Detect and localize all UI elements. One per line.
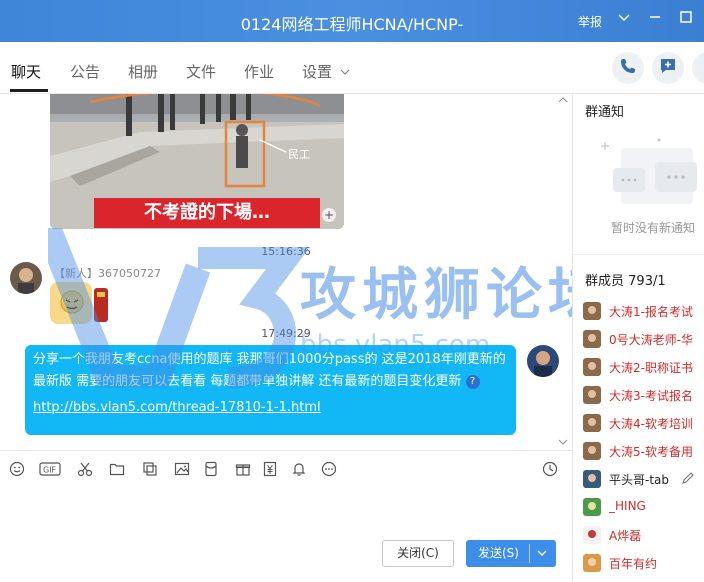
avatar [583, 358, 601, 376]
edit-pencil-icon[interactable] [681, 471, 695, 489]
red-packet-icon[interactable] [202, 461, 220, 479]
send-divider [529, 544, 530, 563]
member-name: 大涛2-职称证书 [609, 361, 693, 375]
member-item[interactable]: 百年有约 [583, 553, 704, 573]
avatar [583, 498, 601, 516]
folder-icon[interactable] [108, 461, 126, 479]
watermark-logo [35, 223, 310, 391]
avatar[interactable] [527, 345, 559, 377]
divider [573, 254, 704, 255]
chevron-down-icon[interactable] [557, 436, 571, 450]
avatar[interactable] [10, 262, 42, 294]
message-input[interactable] [0, 488, 572, 534]
member-item[interactable]: A烨磊 [583, 525, 704, 545]
tab-chat[interactable]: 聊天 [11, 61, 41, 82]
member-name: 大涛5-软考备用 [609, 445, 693, 459]
photo-annotation: 民工 [288, 148, 310, 161]
shared-photo[interactable]: 民工 不考證的下場… + [50, 94, 344, 229]
watermark-text: 攻城狮论坛 [300, 263, 610, 328]
avatar [583, 554, 601, 572]
member-name: _HING [609, 499, 646, 513]
title-bar: 0124网络工程师HCNA/HCNP- 举报 [0, 0, 704, 42]
avatar [583, 302, 601, 320]
active-tab-indicator [10, 89, 48, 92]
tab-settings[interactable]: 设置 [302, 61, 332, 82]
more-button[interactable] [692, 52, 704, 84]
close-button[interactable]: 关闭(C) [382, 540, 454, 567]
send-button[interactable]: 发送(S) [466, 540, 556, 567]
member-name: 0号大涛老师-华 [609, 333, 693, 347]
help-icon[interactable]: ? [465, 374, 480, 389]
tab-homework[interactable]: 作业 [244, 61, 274, 82]
group-side-panel: 群通知 暂时没有新通知 群成员 793/1 大涛1-报名考试 0号大涛老师-华 … [572, 94, 704, 582]
avatar [583, 386, 601, 404]
member-name: A烨磊 [609, 529, 642, 543]
message-link[interactable]: http://bbs.vlan5.com/thread-17810-1-1.ht… [33, 397, 508, 419]
member-item[interactable]: 大涛3-考试报名 [583, 385, 704, 405]
member-item[interactable]: 大涛4-软考培训 [583, 413, 704, 433]
avatar [583, 330, 601, 348]
avatar [583, 442, 601, 460]
screen-share-icon[interactable] [141, 461, 159, 479]
avatar [583, 470, 601, 488]
chat-plus-icon [659, 57, 677, 79]
svg-text:GIF: GIF [43, 466, 57, 475]
members-title: 群成员 793/1 [585, 270, 666, 289]
member-item[interactable]: _HING [583, 497, 704, 517]
watermark-subtext: bbs.vlan5.com [300, 330, 491, 360]
input-toolbar: GIF [0, 450, 572, 488]
emoji-icon[interactable] [8, 461, 26, 479]
chevron-down-icon[interactable] [614, 9, 634, 31]
gif-icon[interactable]: GIF [38, 461, 62, 479]
more-options-icon[interactable] [320, 461, 338, 479]
photo-caption: 不考證的下場… [94, 198, 320, 228]
tab-bar: 聊天 公告 相册 文件 作业 设置 [0, 42, 704, 94]
member-item[interactable]: 大涛5-软考备用 [583, 441, 704, 461]
zoom-icon[interactable]: + [322, 208, 336, 222]
tab-files[interactable]: 文件 [186, 61, 216, 82]
member-item[interactable]: 大涛1-报名考试 [583, 301, 704, 321]
history-clock-icon[interactable] [541, 461, 559, 479]
chevron-down-icon[interactable] [340, 66, 350, 81]
member-name: 百年有约 [609, 557, 658, 571]
member-name: 大涛1-报名考试 [609, 305, 693, 319]
avatar [583, 526, 601, 544]
maximize-icon[interactable] [676, 9, 696, 31]
tab-album[interactable]: 相册 [128, 61, 158, 82]
avatar [583, 414, 601, 432]
send-button-label: 发送(S) [478, 546, 519, 560]
chevron-up-icon[interactable] [557, 94, 571, 108]
screenshot-scissors-icon[interactable] [76, 461, 94, 479]
member-item[interactable]: 0号大涛老师-华 [583, 329, 704, 349]
phone-icon [619, 57, 637, 79]
members-label: 群成员 [585, 274, 625, 289]
minimize-icon[interactable] [645, 9, 665, 31]
image-icon[interactable] [173, 461, 191, 479]
member-name: 大涛3-考试报名 [609, 389, 693, 403]
notice-empty-text: 暂时没有新通知 [611, 221, 696, 235]
members-count: 793/1 [628, 274, 666, 289]
payment-icon[interactable] [261, 461, 279, 479]
bell-icon[interactable] [290, 461, 308, 479]
notice-title: 群通知 [585, 105, 625, 120]
send-options-chevron-icon[interactable] [536, 540, 548, 577]
member-name: 大涛4-软考培训 [609, 417, 693, 431]
member-name: 平头哥-tab [609, 473, 670, 487]
member-item[interactable]: 大涛2-职称证书 [583, 357, 704, 377]
gift-icon[interactable] [234, 461, 252, 479]
tab-announcement[interactable]: 公告 [70, 61, 100, 82]
report-link[interactable]: 举报 [578, 13, 602, 30]
phone-call-button[interactable] [612, 52, 644, 84]
add-message-button[interactable] [652, 52, 684, 84]
notice-empty-illustration-icon [599, 134, 703, 218]
